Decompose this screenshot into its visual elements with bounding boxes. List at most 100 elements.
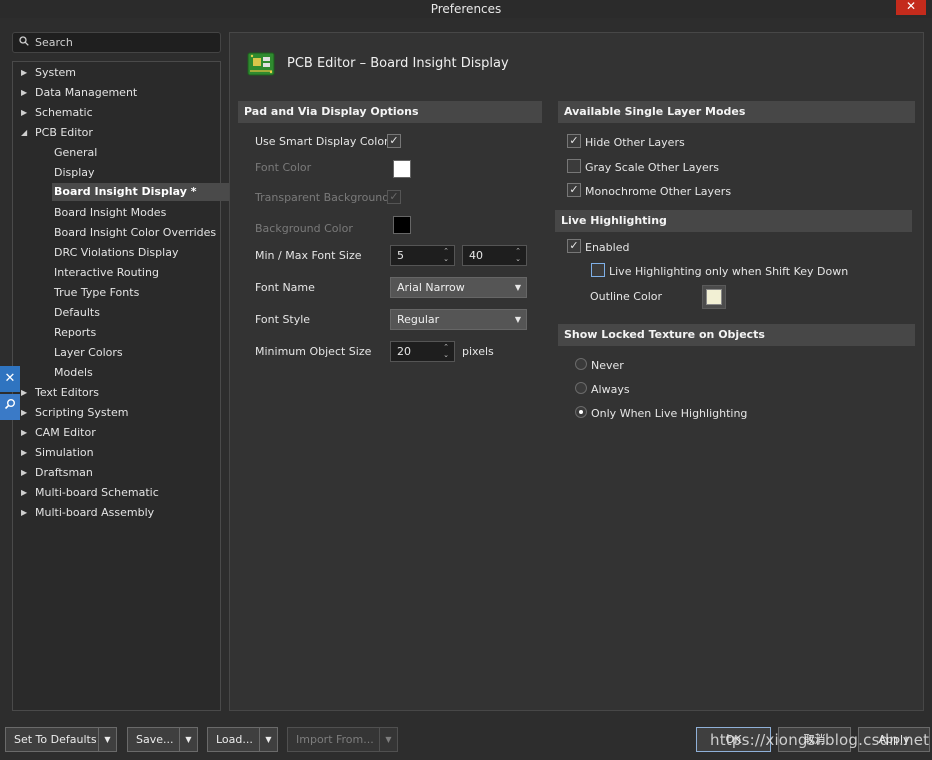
expand-arrow-icon[interactable]: ▶ [21, 444, 31, 462]
transparent-background-checkbox[interactable]: ✓ [387, 190, 401, 204]
chevron-down-icon[interactable]: ▼ [179, 728, 197, 751]
tree-item-cam-editor[interactable]: ▶ CAM Editor [21, 424, 96, 442]
set-to-defaults-button[interactable]: Set To Defaults ▼ [5, 727, 117, 752]
font-style-value: Regular [397, 313, 440, 326]
chevron-down-icon[interactable]: ▼ [98, 728, 116, 751]
gray-scale-other-layers-checkbox[interactable] [567, 159, 581, 173]
preferences-tree[interactable]: ▶ System ▶ Data Management ▶ Schematic ◢ PCB… [12, 61, 241, 711]
expand-arrow-icon[interactable]: ▶ [21, 404, 31, 422]
close-side-tab[interactable]: ✕ [0, 366, 20, 392]
tree-item-models[interactable]: Models [54, 364, 93, 382]
shift-key-checkbox[interactable] [591, 263, 605, 277]
font-color-swatch[interactable] [393, 160, 411, 178]
chevron-down-icon[interactable]: ▼ [259, 728, 277, 751]
tree-item-label: DRC Violations Display [54, 246, 179, 259]
tree-item-scripting-system[interactable]: ▶ Scripting System [21, 404, 129, 422]
expand-arrow-icon[interactable]: ▶ [21, 484, 31, 502]
magnifier-icon [4, 399, 16, 414]
tree-item-defaults[interactable]: Defaults [54, 304, 100, 322]
use-smart-display-color-label: Use Smart Display Color [255, 135, 389, 148]
close-button[interactable]: ✕ [896, 0, 926, 15]
background-color-label: Background Color [255, 222, 353, 235]
monochrome-other-layers-checkbox[interactable]: ✓ [567, 183, 581, 197]
outline-color-picker[interactable] [702, 285, 726, 309]
tree-item-label: Draftsman [35, 466, 93, 479]
save-button[interactable]: Save... ▼ [127, 727, 198, 752]
load-button[interactable]: Load... ▼ [207, 727, 278, 752]
checkmark-icon: ✓ [389, 190, 399, 203]
spinner-arrows-icon[interactable]: ⌃ ⌄ [441, 343, 451, 359]
expand-arrow-icon[interactable]: ▶ [21, 464, 31, 482]
tree-item-layer-colors[interactable]: Layer Colors [54, 344, 123, 362]
font-name-dropdown[interactable]: Arial Narrow ▼ [390, 277, 527, 298]
tree-item-multi-board-assembly[interactable]: ▶ Multi-board Assembly [21, 504, 155, 522]
hide-other-layers-checkbox[interactable]: ✓ [567, 134, 581, 148]
tree-item-label: Multi-board Schematic [35, 486, 159, 499]
expand-arrow-icon[interactable]: ▶ [21, 504, 31, 522]
live-highlighting-enabled-checkbox[interactable]: ✓ [567, 239, 581, 253]
font-style-dropdown[interactable]: Regular ▼ [390, 309, 527, 330]
tree-item-board-insight-modes[interactable]: Board Insight Modes [54, 204, 166, 222]
tree-item-label: Interactive Routing [54, 266, 159, 279]
tree-item-interactive-routing[interactable]: Interactive Routing [54, 264, 159, 282]
search-side-tab[interactable] [0, 394, 20, 420]
spinner-arrows-icon[interactable]: ⌃ ⌄ [441, 247, 451, 263]
tree-item-simulation[interactable]: ▶ Simulation [21, 444, 94, 462]
shift-key-label: Live Highlighting only when Shift Key Do… [609, 265, 849, 278]
tree-item-data-management[interactable]: ▶ Data Management [21, 84, 137, 102]
min-font-size-spinner[interactable]: 5 ⌃ ⌄ [390, 245, 455, 266]
load-label: Load... [216, 733, 253, 746]
tree-item-text-editors[interactable]: ▶ Text Editors [21, 384, 100, 402]
background-color-swatch[interactable] [393, 216, 411, 234]
set-to-defaults-label: Set To Defaults [14, 733, 97, 746]
tree-item-draftsman[interactable]: ▶ Draftsman [21, 464, 93, 482]
minimum-object-size-spinner[interactable]: 20 ⌃ ⌄ [390, 341, 455, 362]
spinner-arrows-icon[interactable]: ⌃ ⌄ [513, 247, 523, 263]
tree-item-label: Scripting System [35, 406, 129, 419]
tree-item-label: Text Editors [35, 386, 100, 399]
transparent-background-label: Transparent Background [255, 191, 390, 204]
expand-arrow-icon[interactable]: ▶ [21, 104, 31, 122]
tree-item-system[interactable]: ▶ System [21, 64, 76, 82]
expand-arrow-icon[interactable]: ▶ [21, 424, 31, 442]
pixels-unit-label: pixels [462, 345, 494, 358]
minimum-object-size-label: Minimum Object Size [255, 345, 372, 358]
font-style-label: Font Style [255, 313, 311, 326]
tree-item-label: Layer Colors [54, 346, 123, 359]
use-smart-display-color-checkbox[interactable]: ✓ [387, 134, 401, 148]
radio-always[interactable] [575, 382, 587, 394]
tree-item-true-type-fonts[interactable]: True Type Fonts [54, 284, 139, 302]
tree-item-label: Board Insight Color Overrides [54, 226, 217, 239]
import-from-label: Import From... [296, 733, 374, 746]
layer-modes-section-header: Available Single Layer Modes [558, 101, 915, 123]
tree-item-display[interactable]: Display [54, 164, 95, 182]
chevron-down-icon[interactable]: ▼ [379, 728, 397, 751]
radio-only-when-live-highlighting[interactable] [575, 406, 587, 418]
expand-arrow-icon[interactable]: ▶ [21, 384, 31, 402]
tree-item-board-insight-color-overrides[interactable]: Board Insight Color Overrides [54, 224, 216, 242]
tree-item-drc-violations-display[interactable]: DRC Violations Display [54, 244, 178, 262]
max-font-size-spinner[interactable]: 40 ⌃ ⌄ [462, 245, 527, 266]
tree-item-multi-board-schematic[interactable]: ▶ Multi-board Schematic [21, 484, 159, 502]
min-font-size-value: 5 [397, 249, 404, 262]
close-icon: ✕ [905, 0, 917, 13]
tree-item-pcb-editor[interactable]: ◢ PCB Editor [21, 124, 93, 142]
locked-texture-section-header: Show Locked Texture on Objects [558, 324, 915, 346]
search-input[interactable]: Search [12, 32, 221, 53]
tree-item-label: PCB Editor [35, 126, 93, 139]
tree-item-label: Multi-board Assembly [35, 506, 155, 519]
tree-item-label: Models [54, 366, 93, 379]
search-icon [19, 36, 29, 49]
checkmark-icon: ✓ [389, 134, 399, 147]
tree-item-board-insight-display[interactable]: Board Insight Display * [52, 183, 241, 201]
radio-never[interactable] [575, 358, 587, 370]
tree-item-general[interactable]: General [54, 144, 97, 162]
collapse-arrow-icon[interactable]: ◢ [21, 124, 31, 142]
tree-item-schematic[interactable]: ▶ Schematic [21, 104, 93, 122]
expand-arrow-icon[interactable]: ▶ [21, 64, 31, 82]
import-from-button[interactable]: Import From... ▼ [287, 727, 398, 752]
font-name-label: Font Name [255, 281, 315, 294]
tree-item-reports[interactable]: Reports [54, 324, 96, 342]
expand-arrow-icon[interactable]: ▶ [21, 84, 31, 102]
watermark: https://xiongsi.blog.csdn.net [710, 731, 930, 749]
